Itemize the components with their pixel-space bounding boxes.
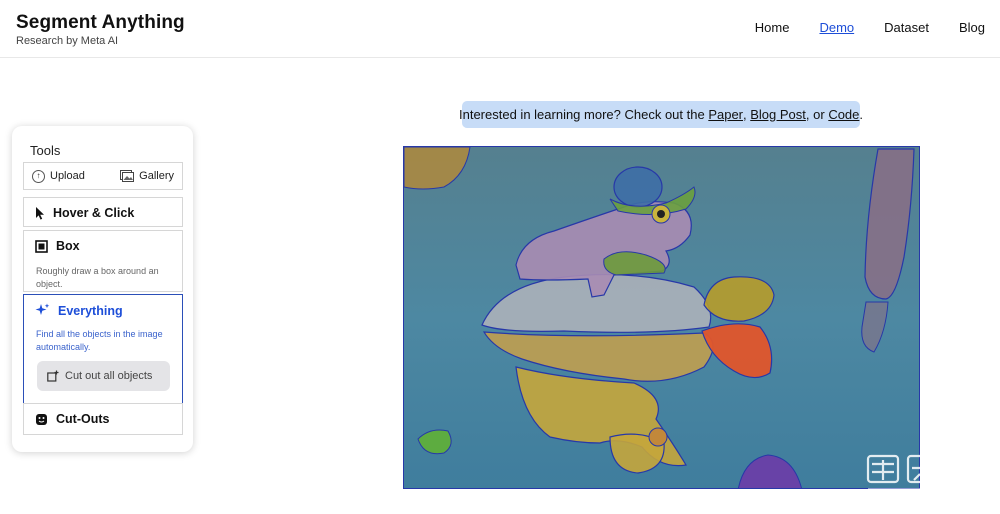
banner-text: Interested in learning more? Check out t… [459,107,709,122]
segmented-image-canvas[interactable] [403,146,920,489]
gallery-label: Gallery [139,170,174,182]
nav-demo[interactable]: Demo [819,20,854,35]
tools-panel: Tools ↑ Upload Gallery Hover & Click Box… [12,126,193,452]
tools-title: Tools [30,143,61,158]
hover-click-head: Hover & Click [35,206,134,220]
info-banner: Interested in learning more? Check out t… [459,101,864,128]
brand-title[interactable]: Segment Anything [16,12,185,34]
sparkle-icon [35,303,50,315]
code-link[interactable]: Code [828,107,859,122]
top-header: Segment Anything Research by Meta AI Hom… [0,0,1000,58]
cut-out-all-label: Cut out all objects [65,370,153,382]
banner-sep: , [743,107,751,122]
nav-blog[interactable]: Blog [959,20,985,35]
box-label: Box [56,239,80,253]
cursor-icon [36,206,44,220]
cut-out-all-button[interactable]: Cut out all objects [37,361,170,391]
cut-icon [47,370,59,382]
blog-post-link[interactable]: Blog Post [750,107,806,122]
upload-label: Upload [50,170,85,182]
mask-snail-shell[interactable] [613,166,663,208]
banner-sep: , or [805,107,829,122]
nav-home[interactable]: Home [755,20,790,35]
upload-button[interactable]: ↑ Upload [32,169,85,183]
watermark-logo [866,454,980,491]
upload-gallery-row: ↑ Upload Gallery [23,162,183,190]
gallery-icon [120,170,135,182]
cutouts-tool[interactable]: Cut-Outs [23,403,183,435]
everything-description: Find all the objects in the image automa… [36,329,163,352]
upload-icon: ↑ [32,169,45,183]
brand-subtitle: Research by Meta AI [16,35,119,47]
main-nav: Home Demo Dataset Blog [725,20,985,35]
everything-head: Everything [35,303,123,318]
banner-suffix: . [859,107,864,122]
hover-click-tool[interactable]: Hover & Click [23,197,183,227]
mask-frog-pupil [657,210,665,218]
box-icon [35,239,48,253]
hover-click-label: Hover & Click [53,206,135,220]
gallery-button[interactable]: Gallery [120,170,174,182]
box-head: Box [35,239,80,253]
cutouts-head: Cut-Outs [35,412,109,426]
cutouts-label: Cut-Outs [56,412,110,426]
paper-link[interactable]: Paper [708,107,743,122]
box-tool[interactable]: Box Roughly draw a box around an object. [23,230,183,292]
everything-label: Everything [58,303,123,318]
nav-dataset[interactable]: Dataset [884,20,929,35]
mask-reflection-eye[interactable] [648,427,668,447]
box-description: Roughly draw a box around an object. [36,266,159,289]
segmentation-view [404,147,919,488]
cutouts-icon [36,413,47,425]
